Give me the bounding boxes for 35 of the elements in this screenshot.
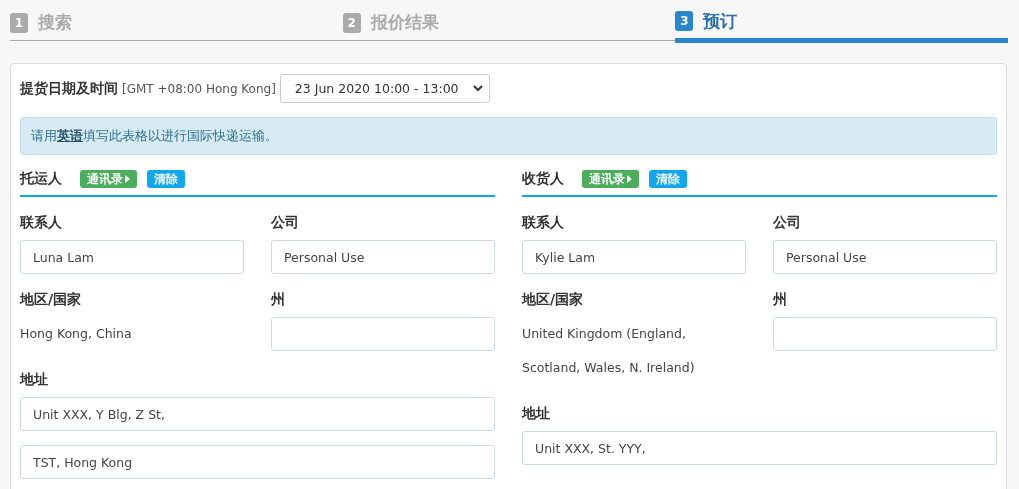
field-label: 公司 <box>773 214 802 232</box>
step-number: 3 <box>675 11 694 31</box>
contact-field[interactable]: Luna Lam <box>20 240 244 274</box>
step-number: 2 <box>342 12 361 33</box>
section-title: 收货人 <box>522 170 564 188</box>
region-text: Hong Kong, China <box>20 325 133 343</box>
caret-icon <box>627 175 632 183</box>
company-field[interactable]: Personal Use <box>773 240 997 274</box>
field-label: 地址 <box>20 371 49 389</box>
address-field[interactable]: Unit XXX, St. YYY, <box>522 431 997 465</box>
field-label: 州 <box>271 291 286 309</box>
pickup-label: 提货日期及时间 <box>20 79 118 98</box>
step-number: 1 <box>10 12 28 33</box>
field-label: 地区/国家 <box>522 291 585 309</box>
caret-icon <box>125 175 130 183</box>
chevron-down-icon <box>472 85 483 92</box>
field-label: 地址 <box>522 405 551 423</box>
company-field[interactable]: Personal Use <box>271 240 495 274</box>
region-text: United Kingdom (England, <box>522 325 687 343</box>
address-field[interactable]: Unit XXX, Y Blg, Z St, <box>20 397 495 431</box>
contact-field[interactable]: Kylie Lam <box>522 240 746 274</box>
field-label: 公司 <box>271 214 300 232</box>
field-label: 联系人 <box>20 214 63 232</box>
region-text: Scotland, Wales, N. Ireland) <box>522 359 696 377</box>
state-field[interactable] <box>271 317 495 351</box>
field-label: 地区/国家 <box>20 291 83 309</box>
notice-text: 请用英语填写此表格以进行国际快递运输。 <box>20 117 997 155</box>
field-label: 联系人 <box>522 214 565 232</box>
address-field[interactable]: TST, Hong Kong <box>20 445 495 479</box>
step-tab[interactable]: 3 预订 <box>675 0 1008 43</box>
timezone-text: [GMT +08:00 Hong Kong] <box>122 81 276 96</box>
field-label: 州 <box>773 291 788 309</box>
section-title: 托运人 <box>20 170 62 188</box>
pickup-select[interactable]: 23 Jun 2020 10:00 - 13:00 <box>279 74 490 103</box>
state-field[interactable] <box>773 317 997 351</box>
